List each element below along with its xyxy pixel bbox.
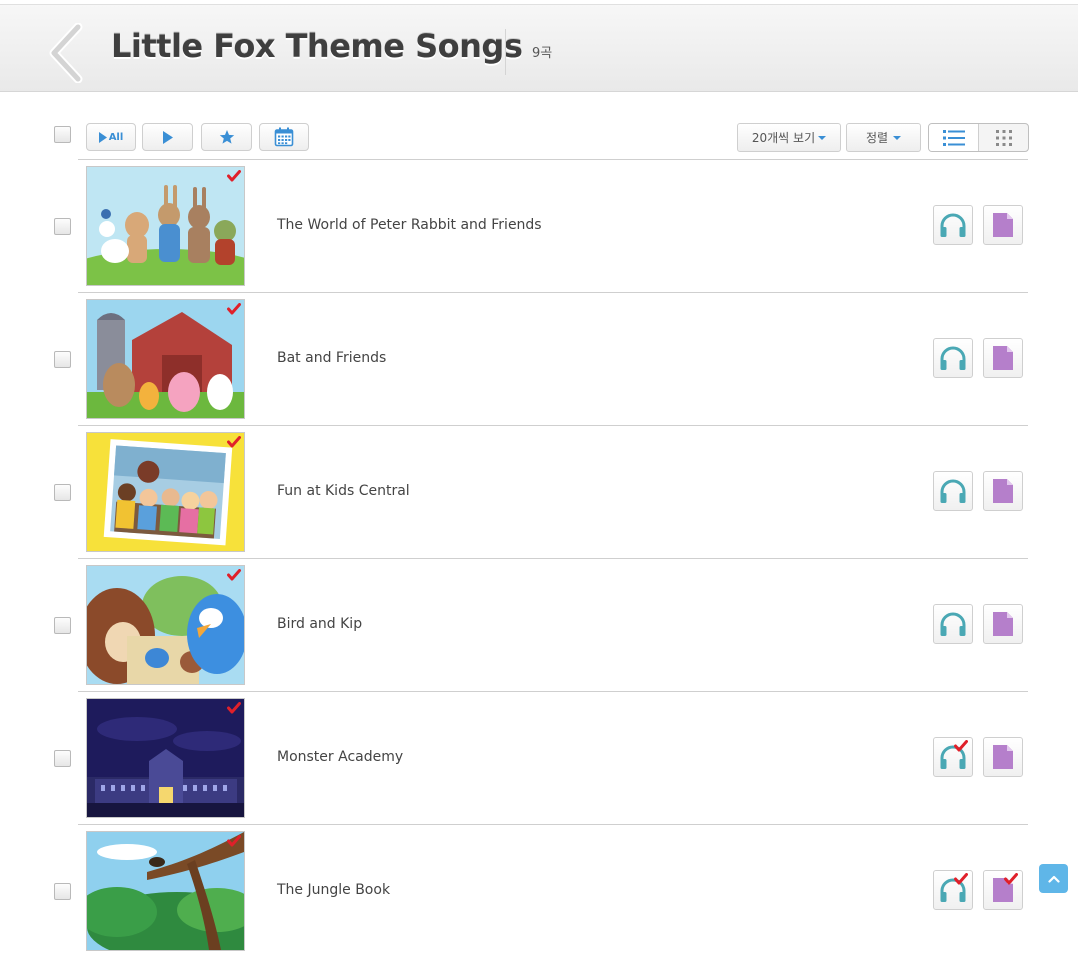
thumbnail-illustration	[87, 832, 244, 950]
row-checkbox[interactable]	[54, 218, 71, 235]
checkmark-icon	[227, 702, 241, 714]
song-title[interactable]: Bat and Friends	[277, 350, 386, 366]
grid-view-button[interactable]	[979, 124, 1028, 151]
song-row: The World of Peter Rabbit and Friends	[0, 160, 1078, 293]
headphones-icon	[940, 213, 966, 237]
song-title[interactable]: Fun at Kids Central	[277, 483, 410, 499]
favorite-button[interactable]	[201, 123, 252, 151]
document-icon	[993, 612, 1013, 636]
listen-button[interactable]	[933, 870, 973, 910]
read-button[interactable]	[983, 471, 1023, 511]
header-divider	[505, 29, 506, 75]
list-view-button[interactable]	[929, 124, 979, 151]
document-icon	[993, 745, 1013, 769]
checkmark-icon	[1004, 873, 1018, 885]
sort-label: 정렬	[865, 131, 889, 145]
thumbnail-illustration	[87, 566, 244, 684]
chevron-down-icon	[893, 135, 902, 140]
listen-button[interactable]	[933, 471, 973, 511]
song-title[interactable]: Monster Academy	[277, 749, 403, 765]
checkmark-icon	[227, 303, 241, 315]
select-all-checkbox[interactable]	[54, 126, 71, 143]
view-toggle	[928, 123, 1029, 152]
scroll-top-button[interactable]	[1039, 864, 1068, 893]
per-page-select[interactable]: 20개씩 보기	[737, 123, 841, 152]
row-checkbox[interactable]	[54, 351, 71, 368]
song-row: Monster Academy	[0, 692, 1078, 825]
thumbnail-illustration	[87, 433, 244, 551]
song-thumbnail[interactable]	[86, 565, 245, 685]
document-icon	[993, 213, 1013, 237]
checkmark-icon	[227, 436, 241, 448]
back-button[interactable]	[44, 22, 88, 84]
play-all-button[interactable]: All	[86, 123, 136, 151]
song-row: Fun at Kids Central	[0, 426, 1078, 559]
read-button[interactable]	[983, 205, 1023, 245]
list-view-icon	[942, 129, 965, 146]
page-header: Little Fox Theme Songs 9곡	[0, 4, 1078, 92]
read-button[interactable]	[983, 338, 1023, 378]
listen-button[interactable]	[933, 604, 973, 644]
song-thumbnail[interactable]	[86, 831, 245, 951]
checkmark-icon	[954, 873, 968, 885]
per-page-label: 20개씩 보기	[751, 131, 816, 145]
play-button[interactable]	[142, 123, 193, 151]
chevron-up-icon	[1047, 875, 1060, 883]
read-button[interactable]	[983, 737, 1023, 777]
song-count: 9곡	[532, 46, 553, 61]
read-button[interactable]	[983, 604, 1023, 644]
checkmark-icon	[954, 740, 968, 752]
read-button[interactable]	[983, 870, 1023, 910]
calendar-icon	[274, 127, 294, 147]
song-thumbnail[interactable]	[86, 166, 245, 286]
song-title[interactable]: The Jungle Book	[277, 882, 390, 898]
page-title: Little Fox Theme Songs	[111, 27, 523, 65]
document-icon	[993, 346, 1013, 370]
song-row: The Jungle Book	[0, 825, 1078, 958]
row-checkbox[interactable]	[54, 617, 71, 634]
song-thumbnail[interactable]	[86, 299, 245, 419]
thumbnail-illustration	[87, 300, 244, 418]
row-checkbox[interactable]	[54, 883, 71, 900]
star-icon	[219, 130, 234, 144]
song-title[interactable]: The World of Peter Rabbit and Friends	[277, 217, 542, 233]
document-icon	[993, 479, 1013, 503]
thumbnail-illustration	[87, 167, 244, 285]
play-all-label: All	[108, 131, 124, 143]
grid-view-icon	[995, 129, 1012, 146]
play-icon	[162, 130, 173, 144]
row-checkbox[interactable]	[54, 484, 71, 501]
song-thumbnail[interactable]	[86, 432, 245, 552]
thumbnail-illustration	[87, 699, 244, 817]
play-all-icon	[98, 131, 107, 143]
chevron-down-icon	[818, 135, 827, 140]
song-row: Bat and Friends	[0, 293, 1078, 426]
headphones-icon	[940, 612, 966, 636]
song-thumbnail[interactable]	[86, 698, 245, 818]
listen-button[interactable]	[933, 205, 973, 245]
headphones-icon	[940, 479, 966, 503]
listen-button[interactable]	[933, 338, 973, 378]
checkmark-icon	[227, 170, 241, 182]
sort-select[interactable]: 정렬	[846, 123, 921, 152]
calendar-button[interactable]	[259, 123, 309, 151]
checkmark-icon	[227, 569, 241, 581]
listen-button[interactable]	[933, 737, 973, 777]
back-arrow-icon	[49, 22, 83, 84]
checkmark-icon	[227, 835, 241, 847]
headphones-icon	[940, 346, 966, 370]
song-title[interactable]: Bird and Kip	[277, 616, 362, 632]
song-row: Bird and Kip	[0, 559, 1078, 692]
row-checkbox[interactable]	[54, 750, 71, 767]
